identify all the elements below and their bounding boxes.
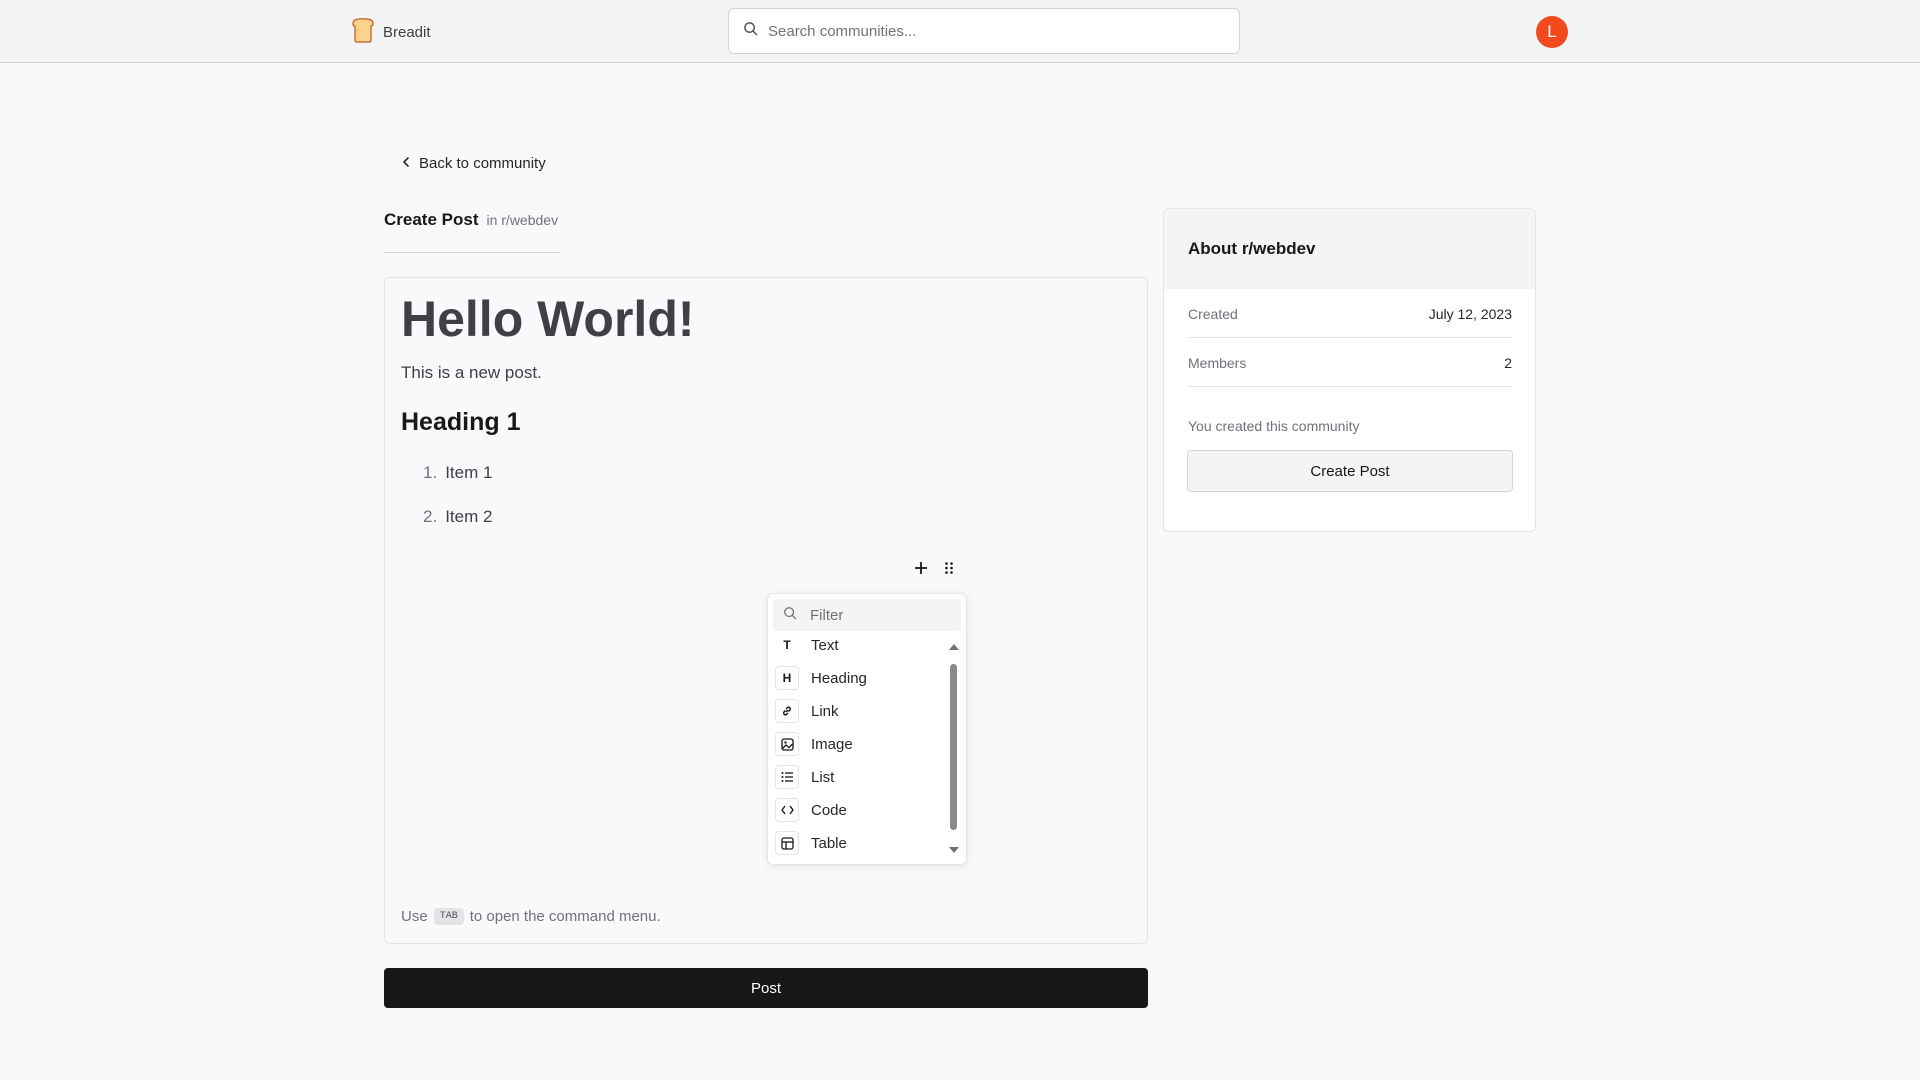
- filter-input[interactable]: [810, 606, 950, 624]
- list-item[interactable]: 2. Item 2: [423, 507, 492, 527]
- scroll-down-arrow-icon[interactable]: [949, 847, 959, 853]
- command-item-label: Code: [811, 801, 847, 819]
- heading-icon: H: [775, 666, 799, 690]
- ownership-note: You created this community: [1188, 418, 1360, 434]
- command-item-label: Image: [811, 735, 853, 753]
- command-item-label: List: [811, 768, 835, 786]
- post-editor[interactable]: Hello World! This is a new post. Heading…: [384, 277, 1148, 944]
- command-filter[interactable]: [773, 599, 961, 631]
- page-title: Create Post: [384, 210, 479, 229]
- search-input[interactable]: [768, 22, 1228, 40]
- command-item-code[interactable]: Code: [775, 797, 943, 823]
- brand-name: Breadit: [383, 23, 431, 41]
- drag-handle-icon[interactable]: [941, 560, 957, 576]
- chevron-left-icon: [401, 155, 411, 172]
- link-icon: [775, 699, 799, 723]
- about-title: About r/webdev: [1164, 209, 1535, 289]
- editor-hint: Use TAB to open the command menu.: [401, 908, 661, 925]
- members-value: 2: [1504, 354, 1512, 371]
- created-row: Created July 12, 2023: [1188, 290, 1512, 338]
- command-item-text[interactable]: T Text: [775, 632, 943, 658]
- command-item-list[interactable]: List: [775, 764, 943, 790]
- table-icon: [775, 831, 799, 855]
- list-item[interactable]: 1. Item 1: [423, 463, 492, 483]
- command-item-label: Text: [811, 636, 839, 654]
- scroll-up-arrow-icon[interactable]: [949, 644, 959, 650]
- command-item-label: Table: [811, 834, 847, 852]
- hint-prefix: Use: [401, 908, 428, 925]
- command-item-image[interactable]: Image: [775, 731, 943, 757]
- search-icon: [783, 606, 797, 625]
- block-toolbar: [913, 560, 957, 576]
- created-label: Created: [1188, 305, 1238, 322]
- list-item-text: Item 2: [445, 507, 493, 526]
- top-navbar: Breadit L: [0, 0, 1920, 63]
- search-bar[interactable]: [728, 8, 1240, 54]
- about-community-card: About r/webdev Created July 12, 2023 Mem…: [1163, 208, 1536, 532]
- hint-suffix: to open the command menu.: [469, 908, 661, 925]
- editor-paragraph[interactable]: This is a new post.: [401, 363, 542, 383]
- search-icon: [743, 21, 758, 41]
- editor-heading-2[interactable]: Heading 1: [401, 408, 520, 437]
- created-value: July 12, 2023: [1428, 305, 1512, 322]
- list-number: 1.: [423, 463, 438, 482]
- code-icon: [775, 798, 799, 822]
- command-item-label: Link: [811, 702, 839, 720]
- page-title-row: Create Post in r/webdev: [384, 210, 560, 253]
- image-icon: [775, 732, 799, 756]
- bread-logo-icon: [351, 17, 375, 48]
- list-number: 2.: [423, 507, 438, 526]
- home-link[interactable]: Breadit: [351, 17, 431, 48]
- back-to-community-link[interactable]: Back to community: [401, 155, 546, 172]
- tab-key-badge: TAB: [433, 908, 464, 925]
- text-icon: T: [775, 633, 799, 657]
- members-label: Members: [1188, 354, 1247, 371]
- community-subtitle: in r/webdev: [486, 212, 559, 228]
- list-item-text: Item 1: [445, 463, 493, 482]
- back-label: Back to community: [419, 155, 546, 172]
- members-row: Members 2: [1188, 339, 1512, 387]
- user-avatar[interactable]: L: [1536, 16, 1568, 48]
- create-post-button[interactable]: Create Post: [1187, 450, 1513, 492]
- editor-heading-1[interactable]: Hello World!: [401, 290, 695, 348]
- scrollbar-thumb[interactable]: [950, 664, 957, 830]
- command-item-table[interactable]: Table: [775, 830, 943, 856]
- list-icon: [775, 765, 799, 789]
- add-block-plus-icon[interactable]: [913, 560, 929, 576]
- command-item-link[interactable]: Link: [775, 698, 943, 724]
- command-menu: T Text H Heading Link Image List: [767, 593, 967, 865]
- command-item-label: Heading: [811, 669, 867, 687]
- command-item-heading[interactable]: H Heading: [775, 665, 943, 691]
- post-button[interactable]: Post: [384, 968, 1148, 1008]
